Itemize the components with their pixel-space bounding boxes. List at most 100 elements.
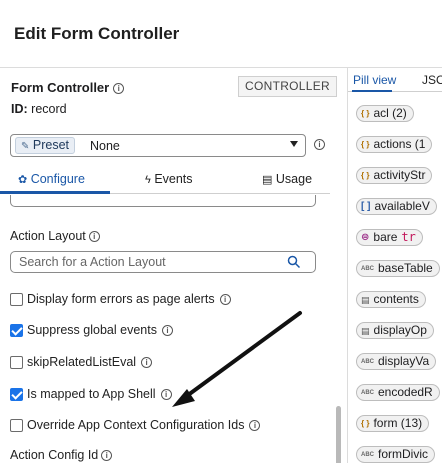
checkbox-label: Is mapped to App Shell <box>27 387 156 401</box>
checkbox[interactable] <box>10 355 23 369</box>
search-placeholder: Search for a Action Layout <box>19 255 166 269</box>
controller-heading: Form Controller i <box>11 80 125 95</box>
controller-id-label: ID: <box>11 102 28 116</box>
checkbox-override-app-context[interactable]: Override App Context Configuration Ids i <box>10 417 261 433</box>
tab-usage[interactable]: ▤ Usage <box>262 172 312 186</box>
checkbox-label: skipRelatedListEval <box>27 355 137 369</box>
action-layout-search[interactable]: Search for a Action Layout <box>10 251 316 273</box>
pill-label: acl (2) <box>373 106 407 120</box>
checkbox-mapped-to-app-shell[interactable]: Is mapped to App Shell i <box>10 386 172 402</box>
checkbox[interactable] <box>10 387 23 401</box>
checkbox-label: Display form errors as page alerts <box>27 292 215 306</box>
pill-label: bare <box>373 230 398 244</box>
pill-label: formDivic <box>378 447 428 461</box>
pill-item[interactable]: { } actions (1 <box>356 136 433 153</box>
pill-item[interactable]: ABC formDivic <box>356 446 435 463</box>
preset-chip-label: Preset <box>32 138 70 152</box>
controller-id-value: record <box>31 102 67 116</box>
search-icon <box>287 255 301 269</box>
gear-icon: ✿ <box>18 174 28 186</box>
object-icon: { } <box>361 170 370 180</box>
pill-item[interactable]: ▤ contents <box>356 291 426 308</box>
checkbox[interactable] <box>10 323 23 337</box>
checkbox-suppress-global-events[interactable]: Suppress global events i <box>10 322 173 338</box>
action-config-label-text: Action Config Id <box>10 448 99 462</box>
database-icon: ▤ <box>361 325 370 336</box>
controller-title: Form Controller <box>11 80 110 95</box>
boolean-icon: ⊜ <box>361 231 370 243</box>
object-icon: { } <box>361 108 370 118</box>
config-tabs: ✿ Configure ϟ Events ▤ Usage <box>0 166 330 194</box>
data-panel: Pill view JSO { } acl (2) { } actions (1… <box>347 68 442 463</box>
checkbox-skip-related-list-eval[interactable]: skipRelatedListEval i <box>10 354 153 370</box>
pill-label: encodedR <box>378 385 433 399</box>
database-icon: ▤ <box>361 294 370 305</box>
action-config-label: Action Config Id i <box>10 448 113 462</box>
data-panel-tabs: Pill view JSO <box>348 68 442 92</box>
info-icon[interactable]: i <box>113 83 125 95</box>
object-icon: { } <box>361 418 370 428</box>
pill-item[interactable]: ABC encodedR <box>356 384 440 401</box>
tab-events[interactable]: ϟ Events <box>145 172 193 186</box>
config-panel: Form Controller i CONTROLLER ID: record ✎… <box>0 68 342 463</box>
pill-label: activityStr <box>373 168 426 182</box>
info-icon[interactable]: i <box>141 356 153 368</box>
active-tab-indicator <box>0 191 110 194</box>
info-icon[interactable]: i <box>219 293 231 305</box>
pill-label: baseTable <box>378 261 433 275</box>
info-icon[interactable]: i <box>101 450 113 462</box>
checkbox-label: Suppress global events <box>27 323 157 337</box>
preset-value: None <box>90 139 120 153</box>
pill-item[interactable]: ABC displayVa <box>356 353 437 370</box>
pill-item[interactable]: { } activityStr <box>356 167 433 184</box>
action-layout-label: Action Layout i <box>10 229 100 243</box>
controller-type-badge: CONTROLLER <box>238 76 338 97</box>
tab-configure[interactable]: ✿ Configure <box>18 172 85 186</box>
string-icon: ABC <box>361 265 374 272</box>
pill-item[interactable]: ABC baseTable <box>356 260 440 277</box>
tab-pill-view[interactable]: Pill view <box>353 73 396 87</box>
object-icon: { } <box>361 139 370 149</box>
previous-input-field[interactable] <box>10 195 316 207</box>
vertical-scrollbar[interactable] <box>336 406 341 463</box>
preset-chip: ✎ Preset <box>15 137 76 154</box>
checkbox-display-form-errors[interactable]: Display form errors as page alerts i <box>10 291 231 307</box>
config-form: Action Layout i Search for a Action Layou… <box>0 195 342 463</box>
active-tab-indicator <box>352 90 392 92</box>
tab-configure-label: Configure <box>30 172 85 186</box>
string-icon: ABC <box>361 451 374 458</box>
pill-label: displayOp <box>373 323 427 337</box>
controller-id: ID: record <box>11 102 67 116</box>
list-icon: ▤ <box>262 174 273 186</box>
checkbox[interactable] <box>10 418 23 432</box>
pill-label: contents <box>373 292 419 306</box>
pill-value: tr <box>401 230 416 244</box>
modal-title: Edit Form Controller <box>14 24 180 43</box>
string-icon: ABC <box>361 389 374 396</box>
preset-select[interactable]: ✎ Preset None <box>10 134 306 157</box>
action-layout-label-text: Action Layout <box>10 229 86 243</box>
pill-item[interactable]: [ ] availableV <box>356 198 437 215</box>
info-icon[interactable]: i <box>161 324 173 336</box>
pill-item[interactable]: ▤ displayOp <box>356 322 434 339</box>
lightning-icon: ϟ <box>145 174 151 186</box>
tab-usage-label: Usage <box>275 172 313 186</box>
caret-down-icon <box>290 141 298 147</box>
info-icon[interactable]: i <box>249 419 261 431</box>
pill-label: displayVa <box>378 354 430 368</box>
pill-item[interactable]: { } form (13) <box>356 415 430 432</box>
tab-json[interactable]: JSO <box>422 73 442 87</box>
checkbox[interactable] <box>10 292 23 306</box>
pill-label: availableV <box>374 199 430 213</box>
preset-info-icon[interactable]: i <box>314 139 325 150</box>
pill-item[interactable]: ⊜ bare tr <box>356 229 423 246</box>
checkbox-label: Override App Context Configuration Ids <box>27 418 245 432</box>
array-icon: [ ] <box>361 200 371 212</box>
info-icon[interactable]: i <box>88 231 100 243</box>
pill-label: actions (1 <box>373 137 426 151</box>
pill-item[interactable]: { } acl (2) <box>356 105 414 122</box>
pill-label: form (13) <box>373 416 423 430</box>
info-icon[interactable]: i <box>160 388 172 400</box>
modal-header: Edit Form Controller <box>0 0 442 68</box>
pencil-icon: ✎ <box>21 141 30 152</box>
